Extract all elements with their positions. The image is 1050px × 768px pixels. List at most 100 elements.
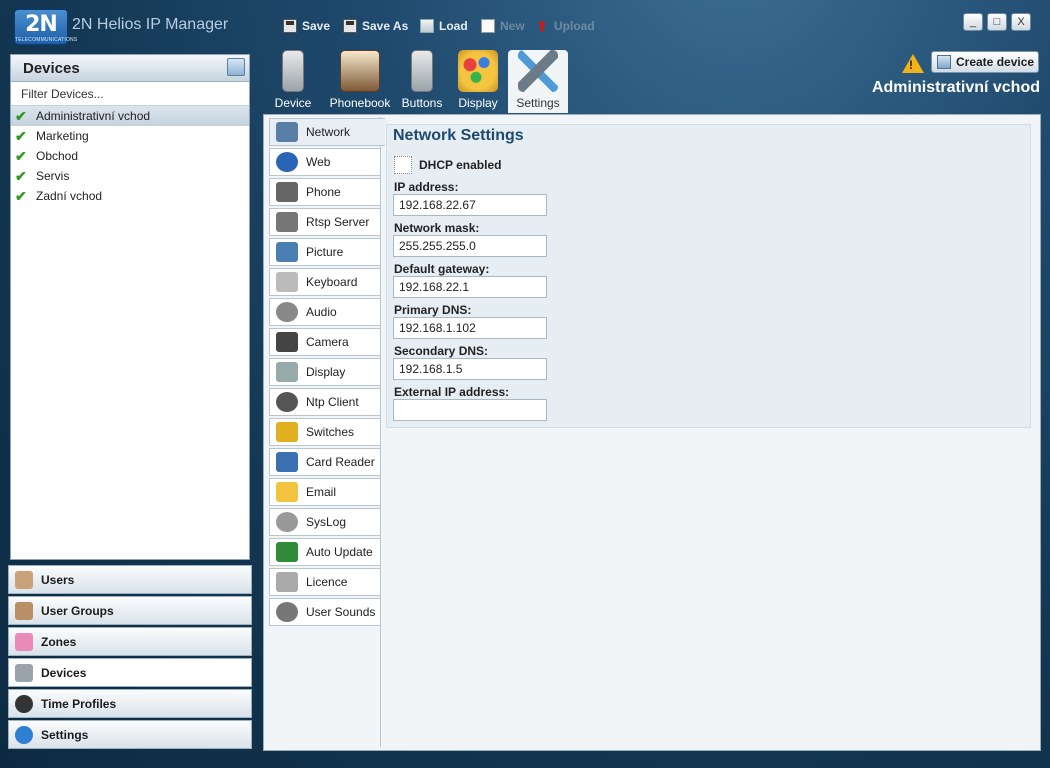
filter-devices-input[interactable]: Filter Devices...: [11, 82, 249, 106]
settings-tab-label: Ntp Client: [306, 395, 359, 409]
display-icon: [276, 362, 298, 382]
secondary-dns-label: Secondary DNS:: [394, 344, 489, 358]
check-icon: ✔: [15, 127, 27, 144]
load-button[interactable]: Load: [420, 17, 468, 35]
device-list-item[interactable]: ✔ Obchod: [11, 146, 249, 166]
nav-item-users[interactable]: Users: [8, 565, 252, 594]
phonebook-icon: [340, 50, 380, 92]
tab-label: Buttons: [401, 96, 443, 110]
check-icon: ✔: [15, 167, 27, 184]
nav-item-devices[interactable]: Devices: [8, 658, 252, 687]
camera-icon: [276, 332, 298, 352]
maximize-button[interactable]: □: [987, 13, 1007, 31]
device-list-item-label: Zadní vchod: [36, 189, 103, 203]
settings-tab-auto-update[interactable]: Auto Update: [269, 538, 381, 566]
globe-icon: [276, 152, 298, 172]
check-icon: ✔: [15, 187, 27, 204]
nav-item-user-groups[interactable]: User Groups: [8, 596, 252, 625]
upload-label: Upload: [554, 19, 595, 33]
nav-item-zones[interactable]: Zones: [8, 627, 252, 656]
settings-tab-picture[interactable]: Picture: [269, 238, 381, 266]
settings-tab-audio[interactable]: Audio: [269, 298, 381, 326]
nav-item-time-profiles[interactable]: Time Profiles: [8, 689, 252, 718]
new-button[interactable]: New: [481, 17, 525, 35]
settings-tab-card-reader[interactable]: Card Reader: [269, 448, 381, 476]
switch-icon: [276, 422, 298, 442]
tab-label: Display: [458, 96, 498, 110]
settings-tab-label: Camera: [306, 335, 349, 349]
close-button[interactable]: X: [1011, 13, 1031, 31]
settings-tab-label: Picture: [306, 245, 344, 259]
check-icon: ✔: [15, 147, 27, 164]
settings-tab-rtsp-server[interactable]: Rtsp Server: [269, 208, 381, 236]
clock-icon: [15, 694, 33, 713]
settings-tab-licence[interactable]: Licence: [269, 568, 381, 596]
device-list-item[interactable]: ✔ Marketing: [11, 126, 249, 146]
save-as-button[interactable]: Save As: [343, 17, 408, 35]
settings-tab-label: Phone: [306, 185, 341, 199]
device-list-item-label: Obchod: [36, 149, 79, 163]
settings-tab-label: Auto Update: [306, 545, 373, 559]
settings-tab-ntp-client[interactable]: Ntp Client: [269, 388, 381, 416]
settings-tab-label: Email: [306, 485, 337, 499]
devices-panel-header: Devices: [11, 55, 249, 82]
external-ip-address-input[interactable]: [393, 399, 547, 421]
tab-settings[interactable]: Settings: [508, 50, 568, 113]
tab-label: Phonebook: [329, 96, 391, 110]
settings-tab-switches[interactable]: Switches: [269, 418, 381, 446]
minimize-button[interactable]: _: [963, 13, 983, 31]
speaker-icon: [276, 302, 298, 322]
settings-tab-camera[interactable]: Camera: [269, 328, 381, 356]
default-gateway-input[interactable]: [393, 276, 547, 298]
settings-tab-label: Network: [306, 125, 351, 139]
load-icon: [420, 19, 434, 33]
settings-tab-keyboard[interactable]: Keyboard: [269, 268, 381, 296]
create-device-button[interactable]: Create device: [931, 51, 1039, 73]
picture-icon: [276, 242, 298, 262]
settings-tab-label: Card Reader: [306, 455, 375, 469]
settings-tab-network[interactable]: Network: [269, 118, 385, 146]
ip-address-input[interactable]: [393, 194, 547, 216]
create-device-icon: [937, 55, 951, 69]
network-settings-title: Network Settings: [393, 127, 524, 144]
device-list-item[interactable]: ✔ Zadní vchod: [11, 186, 249, 206]
settings-tab-display[interactable]: Display: [269, 358, 381, 386]
tab-device[interactable]: Device: [266, 50, 320, 113]
nav-item-settings[interactable]: Settings: [8, 720, 252, 749]
palette-icon: [458, 50, 498, 92]
settings-tab-web[interactable]: Web: [269, 148, 381, 176]
settings-tab-label: Licence: [306, 575, 348, 589]
network-mask-input[interactable]: [393, 235, 547, 257]
tab-display[interactable]: Display: [451, 50, 505, 113]
tools-icon: [518, 50, 558, 92]
devices-panel-title: Devices: [23, 60, 80, 77]
app-title: 2N Helios IP Manager: [72, 16, 229, 33]
primary-dns-input[interactable]: [393, 317, 547, 339]
device-list-item-label: Administrativní vchod: [36, 109, 151, 123]
dhcp-checkbox[interactable]: [394, 156, 412, 174]
secondary-dns-input[interactable]: [393, 358, 547, 380]
new-document-icon: [481, 19, 495, 33]
network-icon: [276, 122, 298, 142]
primary-dns-label: Primary DNS:: [394, 303, 472, 317]
user-icon: [15, 570, 33, 589]
nav-item-label: Users: [41, 572, 75, 587]
save-button[interactable]: Save: [283, 17, 330, 35]
device-list-item[interactable]: ✔ Administrativní vchod: [11, 106, 249, 126]
tab-buttons[interactable]: Buttons: [395, 50, 449, 113]
device-icon: [15, 663, 33, 682]
settings-tab-email[interactable]: Email: [269, 478, 381, 506]
settings-tab-label: Display: [306, 365, 346, 379]
settings-tab-phone[interactable]: Phone: [269, 178, 381, 206]
upload-button[interactable]: ⬆ Upload: [535, 17, 595, 35]
device-list-item[interactable]: ✔ Servis: [11, 166, 249, 186]
add-device-icon[interactable]: [227, 58, 245, 76]
devices-panel: Devices Filter Devices... ✔ Administrativ…: [10, 54, 250, 560]
warning-mark: !: [909, 58, 913, 72]
keyboard-icon: [276, 272, 298, 292]
tab-label: Settings: [516, 96, 560, 110]
settings-tab-syslog[interactable]: SysLog: [269, 508, 381, 536]
tab-phonebook[interactable]: Phonebook: [328, 50, 392, 113]
create-device-label: Create device: [956, 55, 1035, 69]
settings-tab-user-sounds[interactable]: User Sounds: [269, 598, 381, 626]
